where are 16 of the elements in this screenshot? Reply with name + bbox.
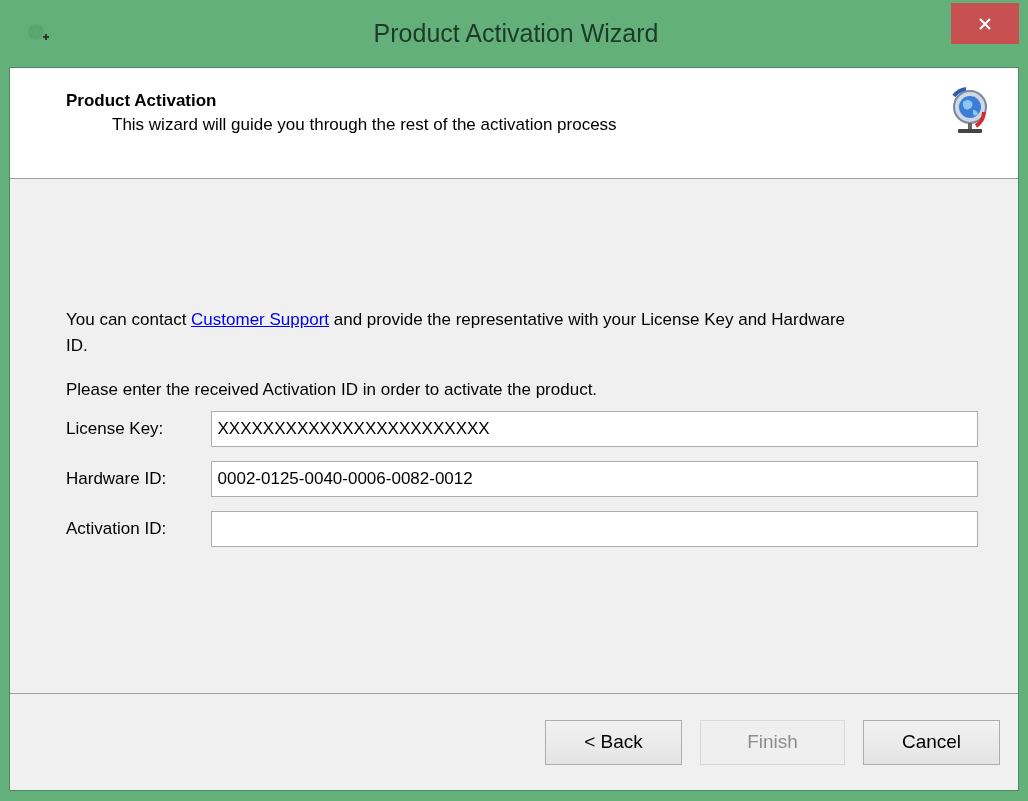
page-subtitle: This wizard will guide you through the rest of the activation process: [112, 115, 617, 135]
wizard-button[interactable]: < Back: [545, 719, 682, 765]
field-label: License Key:: [66, 419, 165, 439]
wizard-button[interactable]: Cancel: [863, 719, 1000, 765]
instruction-text: Please enter the received Activation ID in order to activate the product.: [66, 379, 599, 401]
close-button[interactable]: [951, 3, 1019, 44]
input-field[interactable]: XXXXXXXXXXXXXXXXXXXXXXXX: [210, 411, 978, 447]
contact-paragraph: You can contact Customer Support and provide the representative with your License Key and Hardware ID.: [66, 309, 846, 357]
close-icon: [978, 16, 992, 31]
field-label: Hardware ID:: [66, 469, 168, 489]
window-title: Product Activation Wizard: [372, 19, 660, 48]
input-field[interactable]: 0002-0125-0040-0006-0082-0012: [210, 461, 978, 497]
input-field[interactable]: [210, 511, 978, 547]
page-title: Product Activation: [66, 91, 218, 111]
field-label: Activation ID:: [66, 519, 168, 539]
support-link[interactable]: Customer Support: [191, 310, 330, 329]
